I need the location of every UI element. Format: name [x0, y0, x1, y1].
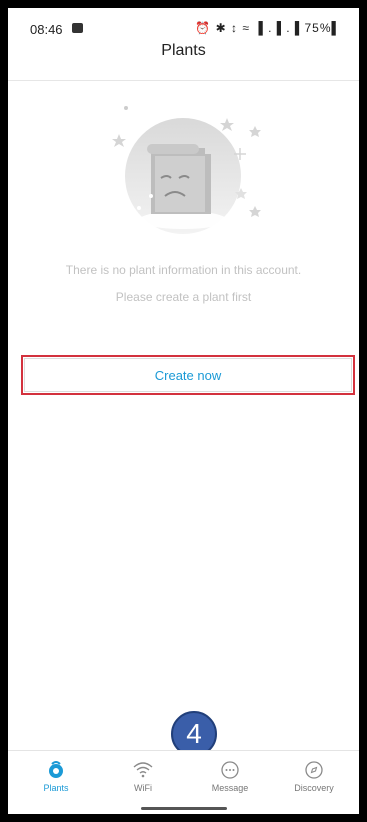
compass-icon — [305, 761, 323, 779]
page-title: Plants — [161, 42, 206, 59]
plant-icon — [49, 761, 63, 778]
wifi-icon — [133, 762, 153, 778]
status-time: 08:46 — [30, 22, 63, 37]
tab-wifi[interactable]: WiFi — [108, 753, 178, 799]
tab-plants[interactable]: Plants — [21, 753, 91, 799]
annotation-highlight-frame — [21, 355, 355, 395]
home-indicator[interactable] — [141, 807, 227, 810]
message-icon — [221, 761, 239, 779]
empty-message-line1: There is no plant information in this ac… — [65, 263, 302, 277]
empty-scroll-face-icon — [112, 106, 261, 234]
status-bar: 08:46 ⏰ ✱ ↕ ≈ ▐ .▐ .▐ 75%▌ — [8, 8, 359, 42]
app-screen: 08:46 ⏰ ✱ ↕ ≈ ▐ .▐ .▐ 75%▌ Plants There — [8, 8, 359, 814]
notification-icon — [72, 23, 83, 33]
tab-message[interactable]: Message — [195, 753, 265, 799]
empty-message-line2: Please create a plant first — [115, 290, 252, 304]
tab-discovery[interactable]: Discovery — [279, 753, 349, 799]
system-status-icons: ⏰ ✱ ↕ ≈ ▐ .▐ .▐ 75%▌ — [195, 21, 341, 35]
tab-wifi-label: WiFi — [134, 783, 152, 793]
tab-discovery-label: Discovery — [294, 783, 334, 793]
tab-message-label: Message — [211, 783, 249, 793]
tab-plants-label: Plants — [43, 783, 69, 793]
header-divider — [8, 80, 359, 81]
bottom-tab-bar: Plants WiFi Message Discovery — [8, 750, 359, 803]
